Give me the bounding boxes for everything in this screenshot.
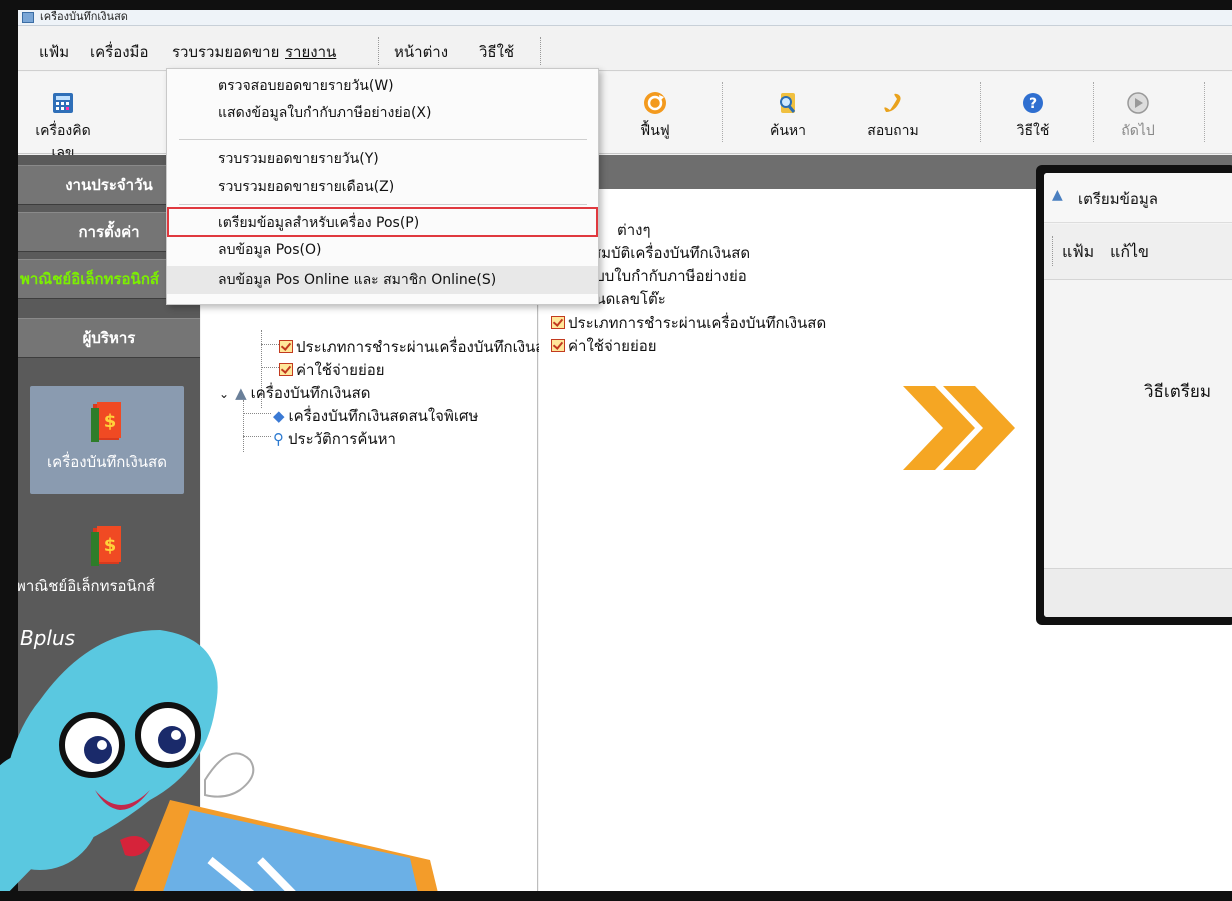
help-button[interactable]: ? วิธีใช้ (1008, 90, 1058, 142)
svg-text:$: $ (104, 411, 117, 432)
menu-item-daily-sales-check[interactable]: ตรวจสอบยอดขายรายวัน(W) (167, 72, 598, 100)
tree-item-payment-type[interactable]: ประเภทการชำระผ่านเครื่องบันทึกเงินสด (279, 335, 554, 359)
popup-body-text: วิธีเตรียม (1144, 382, 1212, 402)
popup-title: เตรียมข้อมูล (1078, 190, 1158, 208)
tag-icon: ◆ (273, 407, 285, 425)
tree-item-cash-register[interactable]: ⌄ ▲ เครื่องบันทึกเงินสด (219, 381, 371, 405)
next-label: ถัดไป (1121, 123, 1155, 139)
tree-item-label: ค่าใช้จ่ายย่อย (296, 361, 385, 379)
menu-bar: แฟ้ม เครื่องมือ รวบรวมยอดขาย รายงาน หน้า… (18, 27, 1232, 71)
app-icon (22, 12, 34, 23)
title-bar: เครื่องบันทึกเงินสด (18, 10, 1232, 26)
menu-tools[interactable]: เครื่องมือ (87, 38, 151, 66)
refresh-button[interactable]: ฟื้นฟู (630, 90, 680, 142)
menu-item-short-tax-invoice[interactable]: แสดงข้อมูลใบกำกับภาษีอย่างย่อ(X) (167, 99, 598, 127)
tree-item-search-history[interactable]: ⚲ ประวัติการค้นหา (273, 427, 396, 451)
help-icon: ? (1023, 93, 1043, 113)
menu-separator (179, 139, 587, 140)
refresh-label: ฟื้นฟู (640, 123, 670, 139)
menu-item-monthly-summary[interactable]: รวบรวมยอดขายรายเดือน(Z) (167, 173, 598, 201)
popup-menubar: แฟ้ม แก้ไข (1044, 224, 1232, 280)
tree-item-label: เครื่องบันทึกเงินสด (250, 384, 371, 402)
calculator-icon (53, 93, 73, 113)
checklist-icon (551, 339, 565, 352)
menu-item-delete-pos-data[interactable]: ลบข้อมูล Pos(O) (167, 236, 598, 264)
window-title: เครื่องบันทึกเงินสด (40, 10, 128, 23)
content-item-label: ค่าใช้จ่ายย่อย (568, 337, 657, 355)
inquiry-label: สอบถาม (867, 123, 919, 139)
menu-report[interactable]: รายงาน (282, 38, 339, 66)
inquiry-button[interactable]: สอบถาม (858, 90, 928, 142)
menu-item-delete-pos-online[interactable]: ลบข้อมูล Pos Online และ สมาชิก Online(S) (167, 266, 598, 294)
next-button[interactable]: ถัดไป (1113, 90, 1163, 142)
content-item-label: ประเภทการชำระผ่านเครื่องบันทึกเงินสด (568, 314, 827, 332)
menu-item-daily-summary[interactable]: รวบรวมยอดขายรายวัน(Y) (167, 145, 598, 173)
magnifier-icon: ⚲ (273, 430, 284, 448)
checklist-icon (551, 316, 565, 329)
register-icon: ▲ (235, 384, 247, 402)
popup-menu-file[interactable]: แฟ้ม (1062, 240, 1094, 265)
calculator-button[interactable]: เครื่องคิดเลข (28, 90, 98, 164)
sidebar-tile-cash-register[interactable]: $ เครื่องบันทึกเงินสด (30, 386, 184, 494)
popup-menu-edit[interactable]: แก้ไข (1110, 240, 1149, 265)
popup-titlebar: ▲ เตรียมข้อมูล (1044, 173, 1232, 223)
search-label: ค้นหา (769, 123, 807, 139)
mascot-brand: Bplus (20, 626, 75, 650)
popup-footer (1044, 568, 1232, 617)
checklist-icon (279, 363, 293, 376)
svg-text:$: $ (104, 535, 117, 556)
menu-file[interactable]: แฟ้ม (36, 38, 72, 66)
refresh-icon (644, 92, 666, 114)
tree-item-label: ประวัติการค้นหา (288, 430, 396, 448)
popup-app-icon: ▲ (1052, 187, 1063, 203)
menu-window[interactable]: หน้าต่าง (391, 38, 451, 66)
sales-summary-dropdown: ตรวจสอบยอดขายรายวัน(W) แสดงข้อมูลใบกำกับ… (166, 68, 599, 305)
menu-item-prepare-pos-data[interactable]: เตรียมข้อมูลสำหรับเครื่อง Pos(P) (167, 209, 598, 237)
prepare-data-window: ▲ เตรียมข้อมูล แฟ้ม แก้ไข วิธีเตรียม (1036, 165, 1232, 625)
bplus-mascot: Bplus (0, 626, 440, 901)
menu-help[interactable]: วิธีใช้ (476, 38, 517, 66)
sidebar-executive[interactable]: ผู้บริหาร (18, 318, 200, 358)
book-icon: $ (91, 402, 121, 442)
content-item-petty-cash[interactable]: ค่าใช้จ่ายย่อย (551, 334, 657, 358)
content-item-misc[interactable]: ต่างๆ (617, 218, 651, 242)
search-icon (780, 93, 796, 113)
chevron-down-icon: ⌄ (219, 387, 230, 401)
menu-separator (179, 204, 587, 205)
phone-icon (884, 93, 901, 112)
tile-label-cash-register: เครื่องบันทึกเงินสด (47, 453, 167, 471)
content-item-payment-type[interactable]: ประเภทการชำระผ่านเครื่องบันทึกเงินสด (551, 311, 826, 335)
search-button[interactable]: ค้นหา (758, 90, 818, 142)
tree-item-special[interactable]: ◆ เครื่องบันทึกเงินสดสนใจพิเศษ (273, 404, 478, 428)
tree-item-petty-cash[interactable]: ค่าใช้จ่ายย่อย (279, 358, 385, 382)
checklist-icon (279, 340, 293, 353)
svg-text:?: ? (1029, 96, 1037, 112)
menu-sales-summary[interactable]: รวบรวมยอดขาย (169, 38, 282, 66)
help-label: วิธีใช้ (1016, 123, 1050, 139)
tree-item-label: ประเภทการชำระผ่านเครื่องบันทึกเงินสด (296, 338, 555, 356)
double-arrow-icon (903, 386, 1015, 470)
tree-item-label: เครื่องบันทึกเงินสดสนใจพิเศษ (288, 407, 479, 425)
next-icon (1127, 92, 1149, 114)
